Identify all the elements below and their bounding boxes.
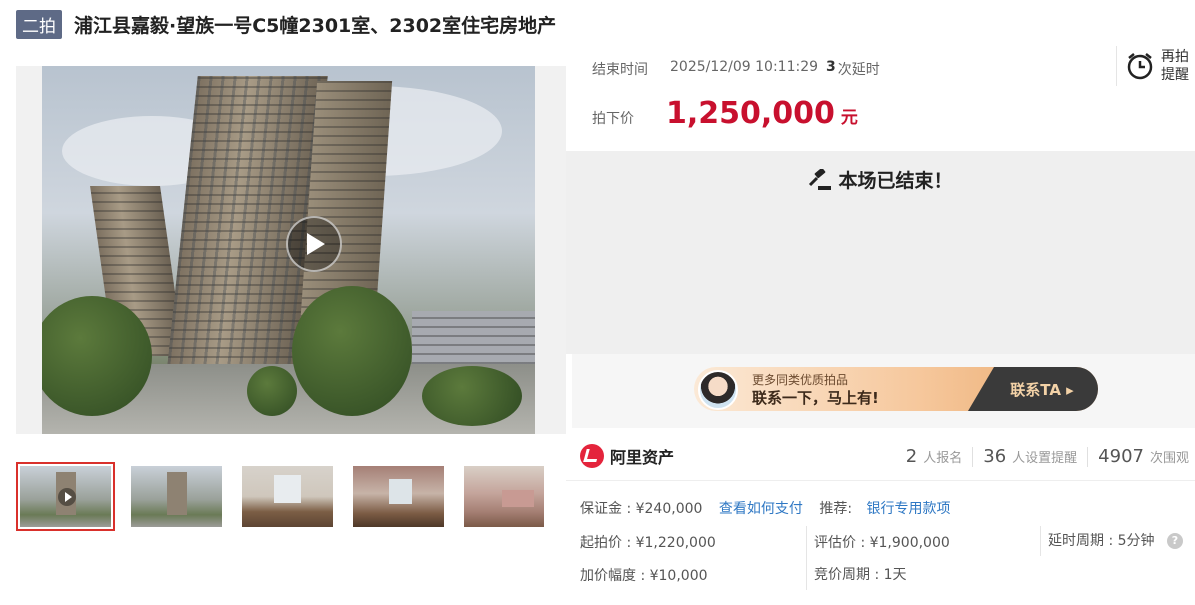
deal-price-value: 1,250,000: [666, 96, 835, 131]
delay-period: 延时周期 : 5分钟: [1048, 533, 1155, 549]
bid-increment: 加价幅度 : ¥10,000: [580, 568, 708, 584]
thumbnail-exterior[interactable]: [127, 462, 226, 531]
recommend-link[interactable]: 银行专用款项: [867, 501, 951, 517]
signup-count: 2: [905, 446, 918, 467]
deal-price-row: 拍下价 1,250,000 元: [592, 96, 858, 131]
remind-line1: 再拍: [1161, 49, 1189, 65]
reminder-label: 人设置提醒: [1012, 451, 1078, 466]
title-bar: 二拍 浦江县嘉毅·望族一号C5幢2301室、2302室住宅房地产: [16, 9, 557, 39]
play-icon: [58, 488, 76, 506]
deal-price-unit: 元: [840, 108, 858, 128]
auction-ended-notice: 本场已结束！: [566, 166, 1195, 193]
main-media-viewer[interactable]: [16, 66, 566, 434]
contact-promo-banner[interactable]: 更多同类优质拍品 联系一下，马上有! 联系TA ▸: [694, 367, 1098, 411]
promo-line1: 更多同类优质拍品: [752, 373, 849, 387]
view-label: 次围观: [1149, 451, 1189, 466]
thumbnail-strip: [16, 462, 548, 531]
delay-count: 3: [826, 59, 836, 75]
thumbnail-bedroom[interactable]: [460, 462, 548, 531]
view-count: 4907: [1098, 446, 1144, 467]
thumbnail-video[interactable]: [16, 462, 115, 531]
contact-button[interactable]: 联系TA ▸: [968, 367, 1098, 411]
how-to-pay-link[interactable]: 查看如何支付: [719, 501, 803, 517]
gavel-icon: [809, 168, 832, 190]
end-time-row: 结束时间 2025/12/09 10:11:29 3 次延时: [592, 59, 880, 79]
alarm-clock-icon: [1127, 53, 1153, 80]
start-price: 起拍价 : ¥1,220,000: [580, 535, 716, 551]
page-title: 浦江县嘉毅·望族一号C5幢2301室、2302室住宅房地产: [74, 14, 557, 37]
signup-label: 人报名: [923, 451, 963, 466]
stats-row: 阿里资产 2 人报名 36 人设置提醒 4907 次围观: [566, 433, 1195, 481]
end-time-label: 结束时间: [592, 62, 648, 78]
auction-round-badge: 二拍: [16, 9, 62, 39]
recommend-label: 推荐:: [819, 501, 853, 517]
brand: 阿里资产: [580, 444, 674, 468]
video-play-icon[interactable]: [286, 216, 342, 272]
deal-price-label: 拍下价: [592, 111, 634, 127]
promo-line2: 联系一下，马上有!: [752, 389, 879, 407]
delay-period-row: 延时周期 : 5分钟 ?: [1048, 530, 1183, 550]
auction-summary: 结束时间 2025/12/09 10:11:29 3 次延时 拍下价 1,250…: [566, 46, 1195, 150]
bid-period: 竞价周期 : 1天: [814, 567, 907, 583]
help-icon[interactable]: ?: [1166, 533, 1183, 549]
promo-area: 更多同类优质拍品 联系一下，马上有! 联系TA ▸: [566, 354, 1195, 428]
property-photo: [42, 66, 535, 434]
ali-assets-logo-icon: [580, 444, 604, 468]
end-time-value: 2025/12/09 10:11:29: [670, 59, 819, 75]
thumbnail-interior[interactable]: [349, 462, 448, 531]
agent-avatar: [698, 370, 738, 410]
reminder-count: 36: [983, 446, 1007, 467]
appraisal-price: 评估价 : ¥1,900,000: [814, 535, 950, 551]
deposit-row: 保证金 : ¥240,000 查看如何支付 推荐: 银行专用款项: [580, 498, 951, 518]
deposit-text: 保证金 : ¥240,000: [580, 501, 703, 517]
auction-ended-text: 本场已结束！: [838, 170, 953, 192]
auction-stats: 2 人报名 36 人设置提醒 4907 次围观: [906, 446, 1189, 467]
remind-line2: 提醒: [1161, 67, 1189, 83]
reauction-remind-button[interactable]: 再拍 提醒: [1116, 46, 1195, 86]
auction-details: 保证金 : ¥240,000 查看如何支付 推荐: 银行专用款项 起拍价 : ¥…: [566, 490, 1195, 605]
brand-name: 阿里资产: [610, 448, 675, 467]
auction-status-panel: 本场已结束！: [566, 151, 1195, 354]
delay-suffix: 次延时: [837, 62, 880, 78]
thumbnail-living-room[interactable]: [238, 462, 337, 531]
